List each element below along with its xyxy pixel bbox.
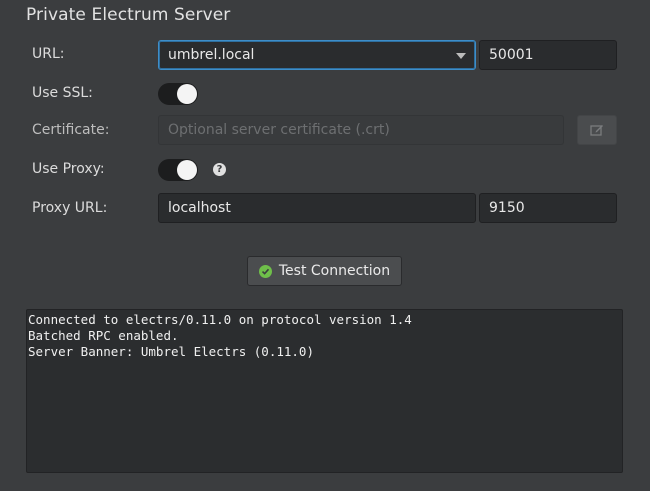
url-host-combobox[interactable]: umbrel.local	[158, 40, 476, 70]
test-connection-button[interactable]: Test Connection	[247, 256, 402, 286]
dialog-title: Private Electrum Server	[26, 5, 231, 25]
use-ssl-toggle[interactable]	[158, 83, 198, 105]
certificate-placeholder: Optional server certificate (.crt)	[168, 122, 390, 138]
toggle-knob	[177, 160, 197, 180]
url-label: URL:	[32, 46, 65, 62]
help-icon[interactable]: ?	[213, 163, 226, 176]
proxy-url-label: Proxy URL:	[32, 200, 108, 216]
proxy-port-input[interactable]: 9150	[479, 193, 617, 223]
use-proxy-toggle[interactable]	[158, 159, 198, 181]
proxy-host-input[interactable]: localhost	[158, 193, 476, 223]
certificate-browse-button[interactable]	[577, 115, 617, 145]
connection-log[interactable]: Connected to electrs/0.11.0 on protocol …	[26, 309, 623, 473]
certificate-input[interactable]: Optional server certificate (.crt)	[158, 115, 564, 145]
toggle-knob	[177, 84, 197, 104]
url-port-value: 50001	[489, 47, 534, 63]
proxy-port-value: 9150	[489, 200, 525, 216]
log-line: Server Banner: Umbrel Electrs (0.11.0)	[28, 344, 314, 359]
use-ssl-label: Use SSL:	[32, 85, 93, 101]
chevron-down-icon[interactable]	[456, 53, 466, 59]
test-connection-label: Test Connection	[278, 263, 391, 279]
proxy-host-value: localhost	[168, 200, 231, 216]
url-port-input[interactable]: 50001	[479, 40, 617, 70]
edit-icon	[590, 125, 603, 136]
log-line: Connected to electrs/0.11.0 on protocol …	[28, 312, 412, 327]
log-line: Batched RPC enabled.	[28, 328, 179, 343]
certificate-label: Certificate:	[32, 122, 110, 138]
url-host-value: umbrel.local	[168, 47, 255, 63]
use-proxy-label: Use Proxy:	[32, 161, 105, 177]
check-circle-icon	[258, 264, 272, 278]
